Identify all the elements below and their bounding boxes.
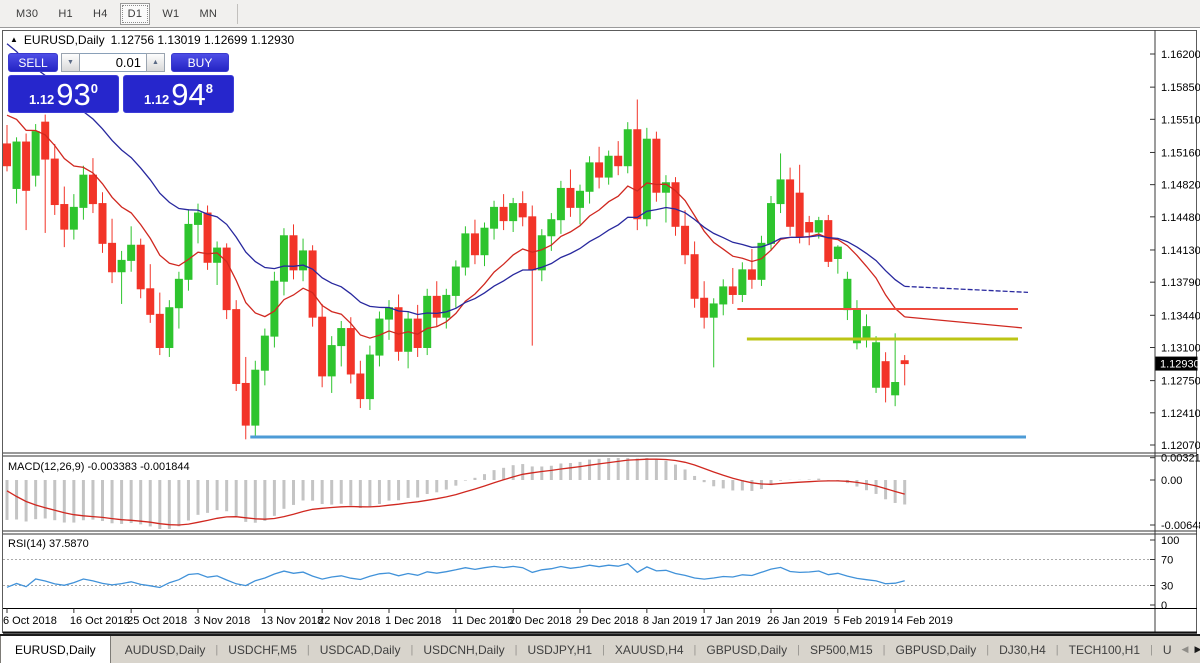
bid-price-big-digits: 93 (56, 77, 91, 112)
chart-tab-eurusd-daily[interactable]: EURUSD,Daily (0, 636, 111, 663)
date-axis-label: 26 Jan 2019 (767, 615, 828, 627)
arrow-up-icon: ▲ (152, 59, 159, 66)
chart-tab-bar: EURUSD,Daily AUDUSD,Daily | USDCHF,M5 | USDCA… (0, 634, 1200, 663)
current-price-badge: 1.12930 (1160, 359, 1200, 371)
candles-layer (3, 99, 909, 440)
ask-price-prefix: 1.12 (143, 92, 170, 107)
price-axis-label: 1.12410 (1161, 408, 1200, 420)
sell-button[interactable]: SELL (8, 53, 58, 72)
macd-axis-label: 0.00 (1161, 475, 1182, 487)
price-axis-label: 1.16200 (1161, 49, 1200, 61)
price-axis-label: 1.12070 (1161, 440, 1200, 452)
chart-tab-gbpusd-daily[interactable]: GBPUSD,Daily (696, 636, 797, 663)
ask-price-button[interactable]: 1.12 94 8 (123, 75, 234, 113)
chart-tab-dj30-h4[interactable]: DJ30,H4 (989, 636, 1056, 663)
timeframe-button-mn[interactable]: MN (191, 3, 225, 25)
scroll-left-icon[interactable]: ◀ (1182, 644, 1189, 655)
chart-tab-xauusd-h4[interactable]: XAUUSD,H4 (605, 636, 694, 663)
rsi-axis-label: 0 (1161, 600, 1167, 612)
date-axis-label: 17 Jan 2019 (700, 615, 761, 627)
date-axis-label: 13 Nov 2018 (261, 615, 323, 627)
price-axis-label: 1.14820 (1161, 180, 1200, 192)
rsi-indicator-label: RSI(14) 37.5870 (8, 538, 89, 550)
price-axis-label: 1.14130 (1161, 245, 1200, 257)
date-axis-label: 20 Dec 2018 (509, 615, 571, 627)
bid-price-button[interactable]: 1.12 93 0 (8, 75, 119, 113)
price-axis-label: 1.15850 (1161, 82, 1200, 94)
bid-price-prefix: 1.12 (28, 92, 55, 107)
toolbar-divider (237, 3, 239, 24)
tab-scroll-arrows: ◀ ▶ (1182, 636, 1200, 663)
timeframe-toolbar: M30 H1 H4 D1 W1 MN (0, 0, 1200, 28)
macd-axis-label: 0.003216 (1161, 453, 1200, 465)
rsi-axis-label: 70 (1161, 555, 1173, 567)
chart-tab-audusd-daily[interactable]: AUDUSD,Daily (115, 636, 216, 663)
price-axis-label: 1.13100 (1161, 342, 1200, 354)
chart-tab-u[interactable]: U (1153, 636, 1182, 663)
chart-tab-usdcnh-daily[interactable]: USDCNH,Daily (413, 636, 514, 663)
rsi-pane: RSI(14) 37.5870 100 70 30 0 (3, 535, 1179, 612)
volume-decrease-button[interactable]: ▼ (61, 53, 80, 72)
chart-title: ▲ EURUSD,Daily 1.12756 1.13019 1.12699 1… (10, 33, 294, 47)
price-axis-label: 1.12750 (1161, 376, 1200, 388)
date-axis-label: 14 Feb 2019 (891, 615, 953, 627)
rsi-axis-label: 100 (1161, 535, 1179, 547)
date-axis-label: 6 Oct 2018 (3, 615, 57, 627)
date-axis-label: 22 Nov 2018 (318, 615, 380, 627)
ask-price-pip-digit: 8 (205, 81, 214, 96)
chart-ohlc-values: 1.12756 1.13019 1.12699 1.12930 (110, 33, 295, 47)
chart-tab-gbpusd-daily[interactable]: GBPUSD,Daily (886, 636, 987, 663)
chart-tab-usdjpy-h1[interactable]: USDJPY,H1 (518, 636, 602, 663)
date-axis-label: 25 Oct 2018 (127, 615, 187, 627)
axes-layer: 1.16200 1.15850 1.15510 1.15160 1.14820 1.144… (2, 30, 1200, 634)
timeframe-button-w1[interactable]: W1 (154, 3, 187, 25)
rsi-axis-label: 30 (1161, 581, 1173, 593)
date-axis-label: 8 Jan 2019 (643, 615, 697, 627)
arrow-down-icon: ▼ (67, 59, 74, 66)
collapse-triangle-icon[interactable]: ▲ (10, 35, 18, 44)
ask-price-big-digits: 94 (171, 77, 206, 112)
chart-symbol-label: EURUSD,Daily (23, 33, 105, 47)
buy-button[interactable]: BUY (171, 53, 229, 72)
timeframe-button-h4[interactable]: H4 (85, 3, 116, 25)
chart-tab-usdchf-m5[interactable]: USDCHF,M5 (218, 636, 307, 663)
bid-price-pip-digit: 0 (90, 81, 99, 96)
date-axis-label: 1 Dec 2018 (385, 615, 441, 627)
chart-tab-usdcad-daily[interactable]: USDCAD,Daily (310, 636, 411, 663)
timeframe-button-d1[interactable]: D1 (119, 2, 151, 25)
date-axis-label: 11 Dec 2018 (452, 615, 514, 627)
volume-increase-button[interactable]: ▲ (146, 53, 165, 72)
macd-indicator-label: MACD(12,26,9) -0.003383 -0.001844 (8, 461, 190, 473)
macd-axis-label: -0.006485 (1161, 520, 1200, 532)
timeframe-button-m30[interactable]: M30 (8, 3, 46, 25)
price-axis-label: 1.15160 (1161, 147, 1200, 159)
timeframe-button-h1[interactable]: H1 (50, 3, 81, 25)
mt4-terminal: { "toolbar":{ "timeframes":["M30","H1","… (0, 0, 1200, 663)
price-axis-label: 1.15510 (1161, 114, 1200, 126)
one-click-trading-panel: SELL ▼ ▲ BUY 1.12 93 0 1.12 94 8 (8, 53, 234, 113)
macd-pane: MACD(12,26,9) -0.003383 -0.001844 0.00321… (5, 453, 1200, 532)
price-axis-label: 1.14480 (1161, 212, 1200, 224)
price-axis-label: 1.13440 (1161, 310, 1200, 322)
date-axis-label: 5 Feb 2019 (834, 615, 890, 627)
scroll-right-icon[interactable]: ▶ (1194, 644, 1200, 655)
chart-tab-sp500-m15[interactable]: SP500,M15 (800, 636, 883, 663)
chart-tab-tech100-h1[interactable]: TECH100,H1 (1059, 636, 1150, 663)
price-axis-label: 1.13790 (1161, 277, 1200, 289)
volume-input[interactable] (80, 53, 146, 72)
date-axis-label: 29 Dec 2018 (576, 615, 638, 627)
date-axis-label: 3 Nov 2018 (194, 615, 250, 627)
date-axis-label: 16 Oct 2018 (70, 615, 130, 627)
